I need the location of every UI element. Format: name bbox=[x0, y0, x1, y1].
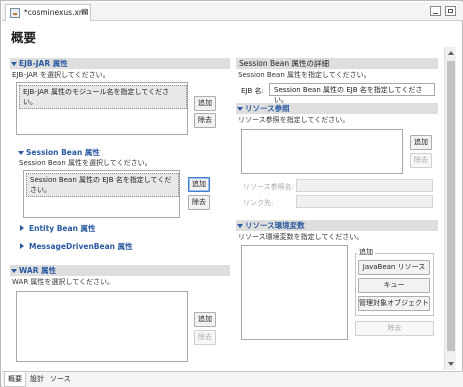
war-add-button[interactable]: 追加 bbox=[194, 312, 216, 327]
close-tab-icon[interactable]: ⊠ bbox=[81, 7, 88, 16]
bottom-tab-bar: 概要 設計 ソース bbox=[2, 371, 463, 387]
resource-env-list[interactable] bbox=[241, 245, 348, 340]
war-section-title: WAR 属性 bbox=[19, 266, 57, 275]
session-detail-section-header: Session Bean 属性の詳細 bbox=[236, 58, 438, 69]
scroll-up-icon[interactable] bbox=[448, 51, 454, 55]
editor-tab-title: *cosminexus.xml bbox=[24, 8, 89, 17]
list-item[interactable]: EJB-JAR 属性のモジュール名を指定してください。 bbox=[19, 85, 187, 109]
session-bean-remove-button[interactable]: 除去 bbox=[188, 195, 210, 210]
war-list[interactable] bbox=[16, 291, 188, 362]
tab-source[interactable]: ソース bbox=[47, 372, 74, 387]
resource-ref-remove-button[interactable]: 除去 bbox=[410, 153, 432, 168]
add-group-label: 追加 bbox=[357, 247, 375, 257]
resource-ref-section-header[interactable]: リソース参照 bbox=[236, 103, 438, 114]
session-bean-add-button[interactable]: 追加 bbox=[188, 177, 210, 192]
ejb-name-label: EJB 名: bbox=[241, 87, 264, 95]
mdb-section[interactable]: MessageDrivenBean 属性 bbox=[20, 241, 180, 252]
session-detail-desc: Session Bean 属性を指定してください。 bbox=[238, 71, 371, 79]
ejb-name-field[interactable]: Session Bean 属性の EJB 名を指定してください。 bbox=[269, 83, 435, 104]
ejb-jar-section-title: EJB-JAR 属性 bbox=[19, 59, 68, 68]
resource-ref-title: リソース参照 bbox=[245, 104, 290, 113]
mdb-label[interactable]: MessageDrivenBean 属性 bbox=[29, 241, 133, 252]
link-target-label: リンク先: bbox=[243, 199, 274, 207]
chevron-right-icon[interactable] bbox=[20, 225, 24, 231]
resource-ref-desc: リソース参照を指定してください。 bbox=[238, 116, 350, 124]
ejb-jar-section-header[interactable]: EJB-JAR 属性 bbox=[10, 58, 230, 69]
resource-ref-name-field[interactable] bbox=[296, 179, 433, 192]
maximize-icon[interactable] bbox=[445, 6, 456, 16]
war-desc: WAR 属性を選択してください。 bbox=[12, 278, 114, 286]
resource-ref-add-button[interactable]: 追加 bbox=[410, 135, 432, 150]
tab-overview[interactable]: 概要 bbox=[4, 372, 26, 387]
vertical-scrollbar[interactable] bbox=[444, 47, 456, 370]
queue-button[interactable]: キュー bbox=[358, 278, 430, 293]
minimize-icon[interactable] bbox=[430, 6, 441, 16]
scroll-down-icon[interactable] bbox=[448, 362, 454, 366]
scrollbar-thumb[interactable] bbox=[447, 61, 455, 351]
javabean-resource-button[interactable]: JavaBean リソース bbox=[358, 260, 430, 275]
editor-tab-bar: *cosminexus.xml ⊠ bbox=[2, 2, 463, 21]
session-bean-section-header[interactable]: Session Bean 属性 bbox=[17, 147, 197, 158]
tab-design[interactable]: 設計 bbox=[27, 372, 47, 387]
resource-env-title: リソース環境変数 bbox=[245, 221, 305, 230]
session-bean-section-title: Session Bean 属性 bbox=[26, 148, 100, 157]
entity-bean-label[interactable]: Entity Bean 属性 bbox=[29, 223, 96, 234]
ejb-jar-remove-button[interactable]: 除去 bbox=[194, 113, 216, 128]
resource-ref-list[interactable] bbox=[241, 129, 403, 174]
session-bean-desc: Session Bean 属性を選択してください。 bbox=[19, 159, 152, 167]
resource-env-section-header[interactable]: リソース環境変数 bbox=[236, 220, 438, 231]
session-detail-title: Session Bean 属性の詳細 bbox=[239, 59, 329, 68]
resource-ref-name-label: リソース参照名: bbox=[243, 183, 295, 191]
managed-object-button[interactable]: 管理対象オブジェクト bbox=[358, 296, 430, 311]
session-bean-list[interactable]: Session Bean 属性の EJB 名を指定してください。 bbox=[23, 170, 180, 218]
page-title: 概要 bbox=[11, 30, 37, 45]
entity-bean-section[interactable]: Entity Bean 属性 bbox=[20, 223, 180, 234]
link-target-field[interactable] bbox=[296, 195, 433, 208]
ejb-jar-list[interactable]: EJB-JAR 属性のモジュール名を指定してください。 bbox=[16, 82, 188, 135]
xml-file-icon bbox=[10, 8, 20, 18]
war-remove-button[interactable]: 除去 bbox=[194, 330, 216, 345]
ejb-jar-add-button[interactable]: 追加 bbox=[194, 96, 216, 111]
chevron-down-icon[interactable] bbox=[237, 107, 243, 111]
chevron-down-icon[interactable] bbox=[18, 151, 24, 155]
chevron-down-icon[interactable] bbox=[237, 224, 243, 228]
chevron-down-icon[interactable] bbox=[11, 269, 17, 273]
resource-env-remove-button[interactable]: 除去 bbox=[355, 321, 434, 336]
war-section-header[interactable]: WAR 属性 bbox=[10, 265, 230, 276]
chevron-down-icon[interactable] bbox=[11, 62, 17, 66]
chevron-right-icon[interactable] bbox=[20, 243, 24, 249]
resource-env-desc: リソース環境変数を指定してください。 bbox=[238, 233, 364, 241]
ejb-jar-desc: EJB-JAR を選択してください。 bbox=[12, 71, 110, 79]
list-item[interactable]: Session Bean 属性の EJB 名を指定してください。 bbox=[26, 173, 179, 197]
editor-tab[interactable]: *cosminexus.xml ⊠ bbox=[5, 4, 91, 21]
editor-window: *cosminexus.xml ⊠ 概要 EJB-JAR 属性 EJB-JAR … bbox=[0, 0, 463, 387]
